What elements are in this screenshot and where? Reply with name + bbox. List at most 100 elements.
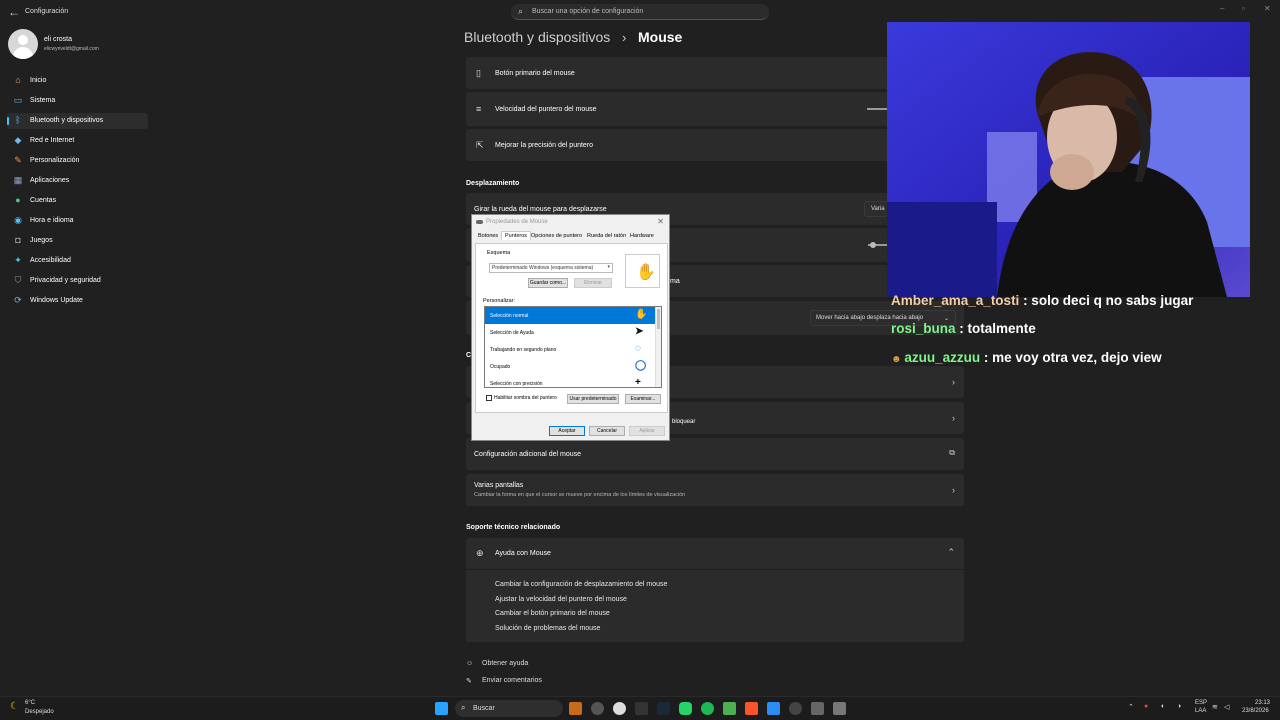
sidebar-item[interactable]: ⛉ Privacidad y seguridad [7,273,148,289]
cursor-list[interactable]: Selección normal ✋ Selección de Ayuda ➤ Tr… [484,306,662,388]
weather-desc: Despejado [25,709,54,715]
sidebar-item-label: Privacidad y seguridad [30,277,101,284]
start-icon[interactable] [435,702,448,715]
tab-pointer-options[interactable]: Opciones de puntero [531,233,582,239]
badge-icon: ☻ [891,354,905,365]
sidebar-item[interactable]: ⌂ Inicio [7,73,148,89]
close-icon[interactable]: ✕ [657,217,664,226]
get-help-link[interactable]: Obtener ayuda [482,660,528,667]
help-link[interactable]: Cambiar la configuración de desplazamien… [495,581,667,588]
webcam-overlay [887,22,1250,297]
avatar[interactable] [8,29,38,59]
sidebar-item-label: Red e Internet [30,137,75,144]
chevron-right-icon: › [952,485,955,495]
slider-thumb[interactable] [870,242,876,248]
list-item[interactable]: Trabajando en segundo plano ◌ [485,341,657,358]
sidebar-item[interactable]: ▭ Sistema [7,93,148,109]
tray-app-icon[interactable]: ◑ [1177,703,1181,710]
bluetooth-icon: ᛒ [15,115,21,125]
wheel-scroll-dropdown[interactable]: Varia [864,201,888,217]
help-link[interactable]: Ajustar la velocidad del puntero del mou… [495,596,627,603]
sidebar-item-label: Hora e idioma [30,217,74,224]
sidebar-item[interactable]: ▦ Aplicaciones [7,173,148,189]
chat-message: Amber_ama_a_tosti : solo deci q no sabs … [891,293,1193,308]
wifi-icon[interactable]: ≋ [1212,703,1218,711]
app-icon[interactable] [613,702,626,715]
sidebar-item[interactable]: ✎ Personalización [7,153,148,169]
sidebar-item-label: Cuentas [30,197,57,204]
settings-icon[interactable] [811,702,824,715]
use-default-button[interactable]: Usar predeterminado [567,394,619,404]
apply-button[interactable]: Aplicar [629,426,665,436]
back-arrow-icon[interactable]: ← [8,5,20,19]
pointer-speed-slider[interactable] [867,108,887,110]
close-icon[interactable]: ✕ [1264,4,1271,13]
breadcrumb-parent[interactable]: Bluetooth y dispositivos [464,29,610,45]
language-layout[interactable]: LAA [1195,708,1206,714]
sidebar-item-label: Juegos [30,237,53,244]
app-icon[interactable] [591,702,604,715]
shadow-checkbox[interactable] [486,395,492,401]
app-icon[interactable] [789,702,802,715]
additional-mouse-settings[interactable]: Configuración adicional del mouse ⧉ [466,438,964,470]
app-icon[interactable] [767,702,780,715]
update-icon: ⟳ [14,295,22,305]
whatsapp-icon[interactable] [679,702,692,715]
minimize-icon[interactable]: – [1220,4,1224,13]
volume-icon[interactable]: ◁ [1224,703,1229,711]
scroll-section-title: Desplazamiento [466,180,520,187]
sidebar-item[interactable]: ● Cuentas [7,193,148,209]
feedback-link[interactable]: Enviar comentarios [482,677,542,684]
list-scrollbar[interactable] [655,307,661,387]
sidebar-item[interactable]: ◉ Hora e idioma [7,213,148,229]
tab-pointers[interactable]: Punteros [501,231,532,240]
sidebar-item[interactable]: ◘ Juegos [7,233,148,249]
list-item[interactable]: Selección normal ✋ [485,307,657,324]
list-item[interactable]: Selección con precisión + [485,375,657,387]
list-item[interactable]: Selección de Ayuda ➤ [485,324,657,341]
tray-app-icon[interactable]: ◐ [1161,703,1165,710]
wheel-scroll-label: Girar la rueda del mouse para desplazars… [474,206,607,213]
language-indicator[interactable]: ESP [1195,700,1207,706]
browse-button[interactable]: Examinar... [625,394,661,404]
app-icon[interactable] [569,702,582,715]
tab-hardware[interactable]: Hardware [630,233,654,239]
sidebar-item-label: Accesibilidad [30,257,71,264]
help-header[interactable]: ⊕ Ayuda con Mouse ⌃ [466,538,964,570]
save-as-button[interactable]: Guardar como... [528,278,568,288]
help-link[interactable]: Cambiar el botón primario del mouse [495,610,610,617]
webcam-image [887,22,1250,297]
shadow-label: Habilitar sombra del puntero [494,395,557,401]
brave-icon[interactable] [745,702,758,715]
tray-app-icon[interactable]: ● [1144,703,1148,710]
gamepad-icon: ◘ [15,235,21,245]
spotify-icon[interactable] [701,702,714,715]
clock-time[interactable]: 23:13 [1255,700,1270,706]
maximize-icon[interactable]: ▫ [1242,4,1245,13]
chevron-up-icon[interactable]: ⌃ [1128,703,1134,711]
delete-button[interactable]: Eliminar [574,278,612,288]
home-icon: ⌂ [15,75,21,85]
help-link[interactable]: Solución de problemas del mouse [495,625,600,632]
minecraft-icon[interactable] [723,702,736,715]
clock-date[interactable]: 23/8/2026 [1242,708,1269,714]
tab-wheel[interactable]: Rueda del ratón [587,233,626,239]
sidebar-item[interactable]: ⟳ Windows Update [7,293,148,309]
sidebar-item[interactable]: ◆ Red e Internet [7,133,148,149]
app-icon[interactable] [833,702,846,715]
settings-search-input[interactable]: ⌕ Buscar una opción de configuración [511,4,769,20]
scheme-dropdown[interactable]: Predeterminado Windows (esquema sistema)… [489,263,613,273]
taskbar-search[interactable]: ⌕ Buscar [455,700,563,717]
cancel-button[interactable]: Cancelar [589,426,625,436]
app-icon[interactable] [635,702,648,715]
list-item[interactable]: Ocupado ◯ [485,358,657,375]
ok-button[interactable]: Aceptar [549,426,585,436]
steam-icon[interactable] [657,702,670,715]
tab-buttons[interactable]: Botones [478,233,498,239]
sidebar-item[interactable]: ✦ Accesibilidad [7,253,148,269]
inactive-scroll-label: ma [670,278,680,285]
sidebar-item[interactable]: ᛒ Bluetooth y dispositivos [7,113,148,129]
hand-cursor-icon: ✋ [636,264,656,281]
multi-screen-setting[interactable]: Varias pantallas Cambiar la forma en que… [466,474,964,506]
pointer-precision-icon: ⇱ [476,140,484,150]
